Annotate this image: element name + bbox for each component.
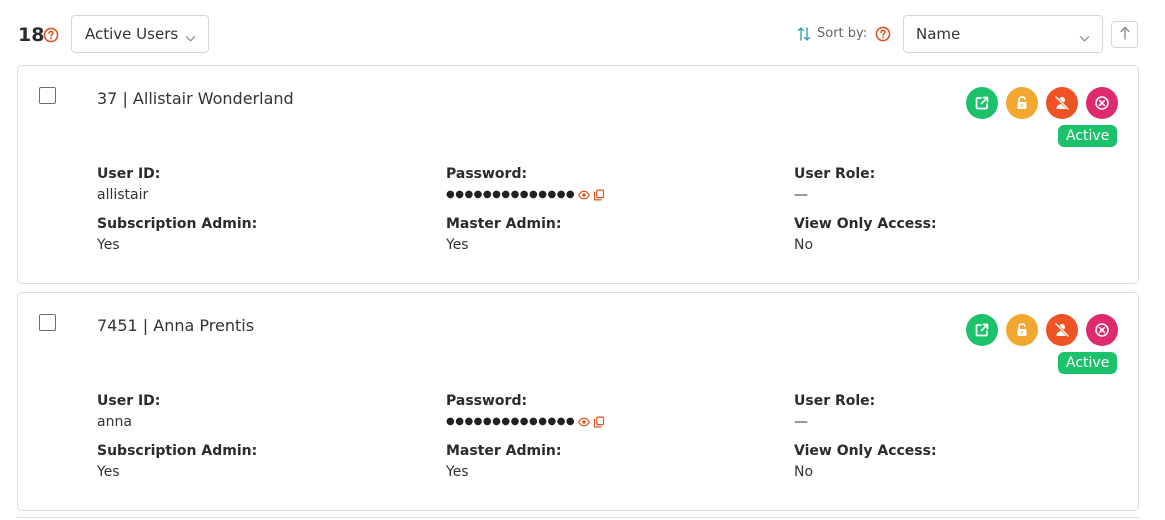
external-link-icon xyxy=(974,95,990,111)
open-user-button[interactable] xyxy=(966,87,998,119)
deactivate-user-button[interactable] xyxy=(1046,314,1078,346)
user-id-value: anna xyxy=(97,414,132,430)
master-admin-value: Yes xyxy=(446,464,469,480)
delete-user-button[interactable] xyxy=(1086,314,1118,346)
password-masked: ●●●●●●●●●●●●●● xyxy=(446,416,576,427)
external-link-icon xyxy=(974,322,990,338)
user-role-value: — xyxy=(794,187,808,203)
user-role-label: User Role: xyxy=(794,166,876,182)
subscription-admin-label: Subscription Admin: xyxy=(97,216,258,232)
view-only-label: View Only Access: xyxy=(794,443,937,459)
password-label: Password: xyxy=(446,393,528,409)
delete-user-button[interactable] xyxy=(1086,87,1118,119)
user-card: 7451 | Anna Prentis Active User ID: anna… xyxy=(17,292,1139,511)
open-user-button[interactable] xyxy=(966,314,998,346)
copy-icon[interactable] xyxy=(593,189,605,201)
user-id-value: allistair xyxy=(97,187,149,203)
question-circle-icon[interactable] xyxy=(875,26,891,42)
unlock-user-button[interactable] xyxy=(1006,87,1038,119)
password-label: Password: xyxy=(446,166,528,182)
view-only-value: No xyxy=(794,237,814,253)
close-circle-icon xyxy=(1094,95,1110,111)
user-slash-icon xyxy=(1054,322,1070,338)
sort-arrows-icon xyxy=(797,26,811,46)
unlock-user-button[interactable] xyxy=(1006,314,1038,346)
eye-icon[interactable] xyxy=(578,189,590,201)
user-id-label: User ID: xyxy=(97,166,161,182)
user-actions xyxy=(966,87,1118,119)
eye-icon[interactable] xyxy=(578,416,590,428)
user-count: 18 xyxy=(18,24,45,46)
user-card: 37 | Allistair Wonderland Active User ID… xyxy=(17,65,1139,284)
close-circle-icon xyxy=(1094,322,1110,338)
sort-label: Sort by: xyxy=(817,26,868,41)
subscription-admin-value: Yes xyxy=(97,464,120,480)
user-actions xyxy=(966,314,1118,346)
subscription-admin-value: Yes xyxy=(97,237,120,253)
toolbar: 18 Active Users Sort by: Name xyxy=(0,0,1165,60)
user-filter-value: Active Users xyxy=(85,25,179,43)
user-filter-dropdown[interactable]: Active Users xyxy=(71,15,209,53)
password-masked: ●●●●●●●●●●●●●● xyxy=(446,189,576,200)
chevron-down-icon xyxy=(185,29,196,47)
user-select-checkbox[interactable] xyxy=(39,87,56,104)
master-admin-label: Master Admin: xyxy=(446,443,562,459)
view-only-value: No xyxy=(794,464,814,480)
user-title[interactable]: 37 | Allistair Wonderland xyxy=(97,89,294,109)
subscription-admin-label: Subscription Admin: xyxy=(97,443,258,459)
arrow-up-icon xyxy=(1119,25,1131,44)
sort-by-value: Name xyxy=(916,25,961,43)
unlock-icon xyxy=(1014,322,1030,338)
sort-by-dropdown[interactable]: Name xyxy=(903,15,1103,53)
unlock-icon xyxy=(1014,95,1030,111)
view-only-label: View Only Access: xyxy=(794,216,937,232)
password-value: ●●●●●●●●●●●●●● xyxy=(446,187,605,203)
master-admin-label: Master Admin: xyxy=(446,216,562,232)
status-badge: Active xyxy=(1058,125,1118,147)
deactivate-user-button[interactable] xyxy=(1046,87,1078,119)
master-admin-value: Yes xyxy=(446,237,469,253)
user-id-label: User ID: xyxy=(97,393,161,409)
question-circle-icon[interactable] xyxy=(43,27,59,43)
copy-icon[interactable] xyxy=(593,416,605,428)
user-role-value: — xyxy=(794,414,808,430)
user-title[interactable]: 7451 | Anna Prentis xyxy=(97,316,254,336)
sort-direction-button[interactable] xyxy=(1111,21,1138,48)
user-role-label: User Role: xyxy=(794,393,876,409)
user-slash-icon xyxy=(1054,95,1070,111)
status-badge: Active xyxy=(1058,352,1118,374)
chevron-down-icon xyxy=(1079,29,1090,47)
password-value: ●●●●●●●●●●●●●● xyxy=(446,414,605,430)
user-select-checkbox[interactable] xyxy=(39,314,56,331)
